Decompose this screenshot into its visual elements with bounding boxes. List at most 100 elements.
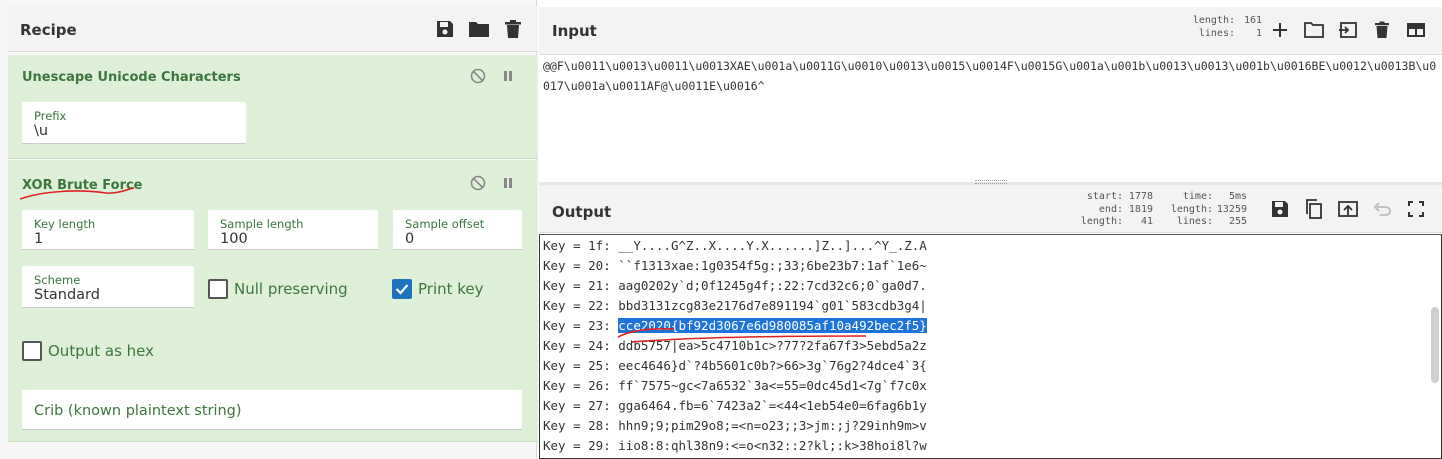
input-stats-labels: length: lines: [1175,15,1235,40]
field-label: Sample length [220,217,304,231]
output-header: Output start: end: length: 1778 1819 41 … [539,185,1442,233]
pause-icon[interactable] [500,68,516,84]
stat-label: lines: [1176,216,1213,227]
field-value: 0 [405,231,415,247]
output-line-key: Key = 21: [543,278,619,293]
output-line-key: Key = 24: [543,338,619,353]
copy-icon[interactable] [1303,198,1325,220]
stat-label: length: [1170,203,1213,215]
stat-label: lines: [1198,27,1235,39]
output-line-key: Key = 26: [543,378,619,393]
output-stats-labels-1: start: end: length: [1079,191,1123,229]
output-line-text: ``f1313xae:1g0354f5g:;33;6be23b7:1af`1e6… [618,258,927,273]
trash-icon[interactable] [1371,19,1393,41]
maximize-icon[interactable] [1405,198,1427,220]
field-label: Sample offset [405,217,485,231]
output-line: Key = 27: gga6464.fb=6`7423a2`=<44<1eb54… [543,396,927,416]
output-panel: Output start: end: length: 1778 1819 41 … [539,185,1442,459]
input-stats-values: 161 1 [1236,15,1262,40]
sample-length-field[interactable]: Sample length 100 [208,210,378,250]
output-line-text: iio8:8:qhl38n9:<=o<n32::2?kl;:k>38hoi8l?… [618,438,927,453]
output-scrollbar[interactable] [1431,307,1439,383]
print-key-checkbox[interactable]: Print key [392,279,484,299]
field-value: \u [34,123,49,139]
crib-input[interactable]: Crib (known plaintext string) [22,390,522,430]
resize-grip-icon[interactable] [975,180,1007,184]
key-length-field[interactable]: Key length 1 [22,210,194,250]
output-line-key: Key = 25: [543,358,619,373]
input-header: Input length: lines: 161 1 [539,7,1442,55]
checkbox-box[interactable] [208,279,228,299]
add-icon[interactable] [1269,19,1291,41]
prefix-field[interactable]: Prefix \u [22,102,246,144]
output-line: Key = 28: hhn9;9;pim29o8;=<n=o23;;3>jm:;… [543,416,927,436]
field-label: Prefix [34,109,67,123]
layout-icon[interactable] [1405,19,1427,41]
disable-icon[interactable] [470,68,486,84]
output-line: Key = 26: ff`7575~gc<7a6532`3a<=55=0dc45… [543,376,927,396]
stat-label: time: [1182,191,1213,202]
folder-icon[interactable] [468,18,490,40]
output-title: Output [552,203,612,221]
output-line-text: gga6464.fb=6`7423a2`=<44<1eb54e0=6fag6b1… [618,398,927,413]
output-line-text: hhn9;9;pim29o8;=<n=o23;;3>jm:;j?29inh9m>… [618,418,927,433]
input-title: Input [552,22,597,40]
stat-label: end: [1098,203,1123,215]
output-line: Key = 1f: __Y....G^Z..X....Y.X......]Z..… [543,236,927,256]
red-underline-annotation [631,335,867,343]
pause-icon[interactable] [500,175,516,191]
field-value: Standard [34,287,100,303]
output-line: Key = 22: bbd3131zcg83e2176d7e891194`g01… [543,296,927,316]
disable-icon[interactable] [470,175,486,191]
output-textarea[interactable]: Key = 1f: __Y....G^Z..X....Y.X......]Z..… [539,234,1442,459]
output-line-text: aag0202y`d;0f1245g4f;:22:7cd32c6;0`ga0d7… [618,278,927,293]
output-line-key: Key = 29: [543,438,619,453]
stat-label: length: [1080,216,1123,227]
checkbox-label: Print key [418,280,484,298]
input-toolbar [1269,19,1427,41]
input-file-icon[interactable] [1337,19,1359,41]
trash-icon[interactable] [502,18,524,40]
output-line-text: eec4646}d`?4b5601c0b?>66>3g`76g2?4dce4`3… [618,358,927,373]
operation-controls [470,68,516,84]
output-line-text: bbd3131zcg83e2176d7e891194`g01`583cdb3g4… [618,298,927,313]
operation-controls [470,175,516,191]
output-line-key: Key = 20: [543,258,619,273]
open-folder-icon[interactable] [1303,19,1325,41]
recipe-title: Recipe [20,21,77,39]
field-label: Scheme [34,273,81,287]
stat-label: start: [1086,191,1123,202]
null-preserving-checkbox[interactable]: Null preserving [208,279,348,299]
stat-value: 1778 [1128,191,1153,202]
stat-value: 13259 [1216,203,1247,215]
stat-value: 5ms [1228,191,1247,202]
checkbox-label: Output as hex [48,342,154,360]
save-icon[interactable] [434,18,456,40]
stat-label: length: [1192,15,1235,26]
stat-value: 41 [1140,216,1153,227]
input-textarea[interactable]: @@F\u0011\u0013\u0011\u0013XAE\u001a\u00… [543,56,1438,96]
sample-offset-field[interactable]: Sample offset 0 [393,210,522,250]
output-line: Key = 20: ``f1313xae:1g0354f5g:;33;6be23… [543,256,927,276]
operation-unescape-unicode: Unescape Unicode Characters Prefix \u [8,55,538,159]
output-as-hex-checkbox[interactable]: Output as hex [22,341,154,361]
cyberchef-window: Recipe Unescape Unicode Characters Prefi… [0,0,1442,459]
output-line-text: ff`7575~gc<7a6532`3a<=55=0dc45d1<7g`f7c0… [618,378,927,393]
output-line-key: Key = 28: [543,418,619,433]
checkbox-box[interactable] [22,341,42,361]
crib-placeholder: Crib (known plaintext string) [34,403,242,419]
red-underline-annotation [19,187,135,200]
field-value: 100 [220,231,248,247]
replace-input-icon[interactable] [1337,198,1359,220]
scheme-select[interactable]: Scheme Standard [22,266,194,308]
output-line: Key = 25: eec4646}d`?4b5601c0b?>66>3g`76… [543,356,927,376]
stat-value: 161 [1243,15,1262,26]
stat-value: 1819 [1128,203,1153,215]
stat-value: 1 [1255,27,1262,39]
save-icon[interactable] [1269,198,1291,220]
recipe-header: Recipe [8,6,538,52]
undo-icon[interactable] [1371,198,1393,220]
output-stats-labels-2: time: length: lines: [1165,191,1213,229]
recipe-toolbar [434,18,524,40]
checkbox-checked-icon[interactable] [392,279,412,299]
